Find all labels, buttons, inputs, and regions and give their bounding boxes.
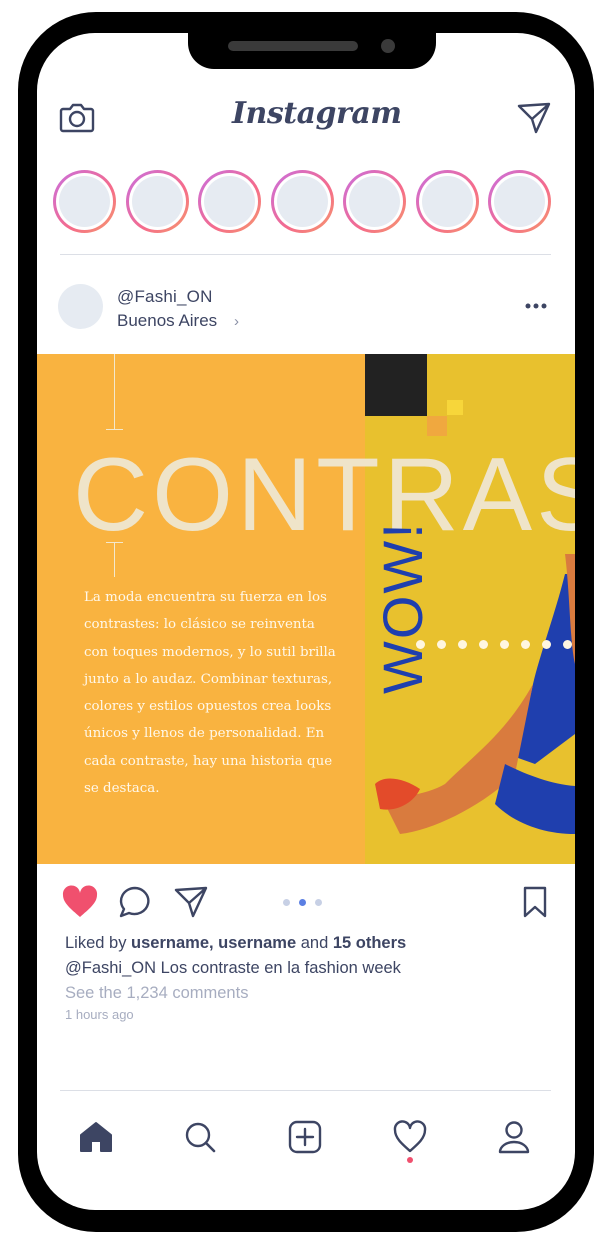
likes-line: Liked by username, username and 15 other… bbox=[65, 934, 406, 953]
small-square bbox=[427, 416, 447, 436]
stories-divider bbox=[60, 254, 551, 255]
home-icon[interactable] bbox=[78, 1120, 114, 1154]
decor-line bbox=[106, 429, 123, 430]
decor-line bbox=[114, 354, 115, 429]
search-icon[interactable] bbox=[182, 1120, 218, 1154]
post-username[interactable]: @Fashi_ON bbox=[117, 287, 213, 307]
story-avatar[interactable] bbox=[343, 170, 406, 233]
caption-line: @Fashi_ON Los contraste en la fashion we… bbox=[65, 959, 401, 978]
image-title: CONTRAS bbox=[73, 437, 575, 553]
story-avatar[interactable] bbox=[415, 170, 479, 233]
likes-users[interactable]: username, username bbox=[131, 934, 296, 952]
heart-icon[interactable] bbox=[61, 885, 99, 919]
activity-icon[interactable] bbox=[392, 1120, 428, 1154]
decor-dot bbox=[563, 640, 572, 649]
story-avatar[interactable] bbox=[125, 170, 189, 233]
likes-conjunction: and bbox=[296, 934, 333, 952]
phone-front-camera bbox=[381, 39, 395, 53]
post-avatar[interactable] bbox=[58, 284, 103, 329]
story-avatar[interactable] bbox=[270, 170, 334, 233]
post-image[interactable]: CONTRAS La moda encuentra su fuerza en l… bbox=[37, 354, 575, 864]
caption-text: Los contraste en la fashion week bbox=[156, 959, 401, 977]
post-timestamp: 1 hours ago bbox=[65, 1007, 134, 1022]
decor-dot bbox=[458, 640, 467, 649]
image-body-text: La moda encuentra su fuerza en los contr… bbox=[84, 590, 336, 797]
story-avatar[interactable] bbox=[53, 170, 116, 233]
phone-notch bbox=[188, 33, 436, 69]
carousel-dot bbox=[283, 899, 290, 906]
decor-dot bbox=[416, 640, 425, 649]
phone-speaker bbox=[228, 41, 358, 51]
decor-dot bbox=[437, 640, 446, 649]
comment-icon[interactable] bbox=[118, 885, 154, 919]
more-icon[interactable] bbox=[524, 300, 548, 312]
caption-username[interactable]: @Fashi_ON bbox=[65, 959, 156, 977]
post-location[interactable]: Buenos Aires bbox=[117, 311, 217, 331]
share-icon[interactable] bbox=[173, 885, 209, 919]
story-avatar[interactable] bbox=[488, 170, 551, 233]
bottom-nav-divider bbox=[60, 1090, 551, 1091]
chevron-right-icon: › bbox=[234, 313, 239, 330]
decor-dot bbox=[542, 640, 551, 649]
app-logo: Instagram bbox=[232, 96, 402, 131]
profile-icon[interactable] bbox=[496, 1120, 532, 1154]
decor-dot bbox=[500, 640, 509, 649]
carousel-dot-active bbox=[299, 899, 306, 906]
carousel-dot bbox=[315, 899, 322, 906]
bookmark-icon[interactable] bbox=[520, 885, 550, 919]
story-avatar[interactable] bbox=[198, 170, 261, 233]
activity-badge bbox=[407, 1157, 413, 1163]
decor-dot bbox=[479, 640, 488, 649]
camera-icon[interactable] bbox=[59, 101, 95, 135]
comments-link[interactable]: See the 1,234 comments bbox=[65, 984, 248, 1003]
dark-square bbox=[365, 354, 427, 416]
send-icon[interactable] bbox=[516, 101, 552, 135]
small-square bbox=[447, 400, 463, 415]
image-exclaim: WOW! bbox=[371, 521, 434, 694]
likes-prefix: Liked by bbox=[65, 934, 132, 952]
add-icon[interactable] bbox=[287, 1120, 323, 1154]
decor-dot bbox=[521, 640, 530, 649]
likes-others[interactable]: 15 others bbox=[333, 934, 406, 952]
